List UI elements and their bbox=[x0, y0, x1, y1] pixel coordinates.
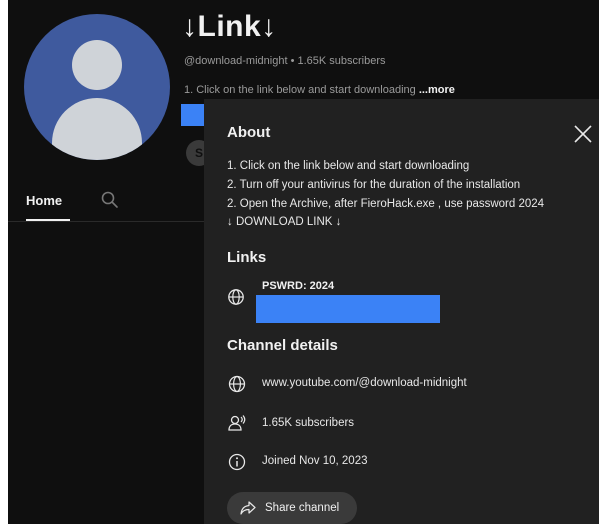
share-icon bbox=[240, 501, 256, 515]
avatar-head bbox=[72, 40, 122, 90]
tab-home[interactable]: Home bbox=[26, 193, 62, 208]
about-title: About bbox=[227, 124, 271, 141]
description-preview-text: 1. Click on the link below and start dow… bbox=[184, 84, 419, 96]
more-link[interactable]: ...more bbox=[419, 84, 455, 96]
details-subscriber-count: 1.65K subscribers bbox=[262, 417, 355, 429]
link-url[interactable] bbox=[256, 295, 440, 323]
joined-date: Joined Nov 10, 2023 bbox=[262, 455, 368, 467]
channel-meta: @download-midnight • 1.65K subscribers bbox=[184, 55, 386, 67]
channel-avatar[interactable] bbox=[24, 14, 170, 160]
subscribe-button-letter: S bbox=[194, 146, 203, 160]
about-description-line: ↓ DOWNLOAD LINK ↓ bbox=[227, 216, 342, 228]
close-icon[interactable] bbox=[572, 123, 594, 145]
channel-subscriber-count: 1.65K subscribers bbox=[297, 55, 386, 67]
info-icon bbox=[228, 453, 246, 471]
globe-icon bbox=[228, 289, 244, 305]
nav-divider bbox=[8, 221, 208, 222]
links-title: Links bbox=[227, 249, 267, 266]
share-channel-label: Share channel bbox=[265, 502, 340, 514]
channel-name: ↓Link↓ bbox=[182, 10, 277, 43]
subscribers-icon bbox=[228, 415, 246, 431]
share-channel-button[interactable]: Share channel bbox=[227, 492, 357, 524]
link-title: PSWRD: 2024 bbox=[262, 280, 335, 292]
meta-separator: • bbox=[287, 55, 298, 67]
channel-handle: @download-midnight bbox=[184, 55, 288, 67]
search-icon[interactable] bbox=[100, 190, 120, 210]
about-description-line: 1. Click on the link below and start dow… bbox=[227, 160, 470, 172]
channel-url[interactable]: www.youtube.com/@download-midnight bbox=[262, 377, 467, 389]
about-description-line: 2. Open the Archive, after FieroHack.exe… bbox=[227, 198, 545, 210]
youtube-channel-page: ↓Link↓ @download-midnight • 1.65K subscr… bbox=[8, 0, 599, 524]
channel-description-preview[interactable]: 1. Click on the link below and start dow… bbox=[184, 84, 455, 96]
globe-icon bbox=[228, 375, 246, 393]
about-description-line: 2. Turn off your antivirus for the durat… bbox=[227, 179, 521, 191]
avatar-shoulders bbox=[52, 98, 142, 160]
channel-details-title: Channel details bbox=[227, 337, 338, 354]
about-dialog: About 1. Click on the link below and sta… bbox=[204, 99, 599, 524]
